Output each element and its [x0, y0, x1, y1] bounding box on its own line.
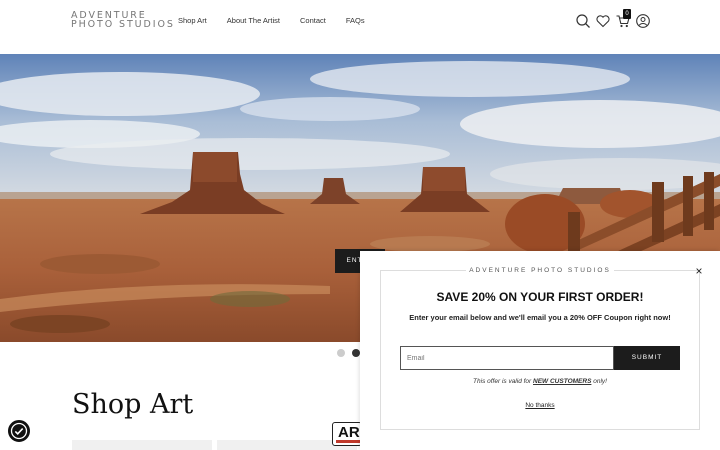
site-logo[interactable]: ADVENTURE PHOTO STUDIOS: [71, 11, 175, 30]
page: ADVENTURE PHOTO STUDIOS Shop Art About T…: [0, 0, 720, 450]
header-icons: [574, 11, 654, 31]
popup-title: SAVE 20% ON YOUR FIRST ORDER!: [436, 290, 644, 304]
offer-note-highlight: NEW CUSTOMERS: [533, 378, 592, 385]
accessibility-button[interactable]: [8, 420, 30, 442]
ar-badge[interactable]: AR: [332, 422, 362, 446]
slider-dot-2[interactable]: [352, 349, 360, 357]
close-icon[interactable]: ×: [693, 265, 705, 277]
ar-badge-stripe: [336, 440, 360, 443]
submit-button[interactable]: SUBMIT: [614, 346, 680, 370]
logo-line-2: PHOTO STUDIOS: [71, 19, 175, 30]
main-nav: Shop Art About The Artist Contact FAQs: [178, 16, 385, 25]
slider-dot-1[interactable]: [337, 349, 345, 357]
cart-count-badge: 0: [623, 9, 631, 19]
popup-brand: ADVENTURE PHOTO STUDIOS: [469, 267, 611, 274]
offer-note-prefix: This offer is valid for: [473, 378, 534, 385]
user-icon[interactable]: [635, 13, 651, 29]
accessibility-icon: [10, 422, 28, 440]
popup-description: Enter your email below and we'll email y…: [409, 313, 671, 322]
offer-note: This offer is valid for NEW CUSTOMERS on…: [360, 378, 720, 385]
ar-badge-label: AR: [338, 424, 360, 441]
nav-about-artist[interactable]: About The Artist: [227, 16, 280, 25]
site-header: ADVENTURE PHOTO STUDIOS Shop Art About T…: [0, 0, 720, 54]
nav-faqs[interactable]: FAQs: [346, 16, 365, 25]
no-thanks-link[interactable]: No thanks: [360, 402, 720, 409]
nav-shop-art[interactable]: Shop Art: [178, 16, 207, 25]
email-field[interactable]: [400, 346, 614, 370]
nav-contact[interactable]: Contact: [300, 16, 326, 25]
offer-note-suffix: only!: [591, 378, 607, 385]
heart-icon[interactable]: [595, 13, 611, 29]
shop-art-heading: Shop Art: [72, 389, 194, 420]
product-card[interactable]: [72, 440, 212, 450]
search-icon[interactable]: [575, 13, 591, 29]
